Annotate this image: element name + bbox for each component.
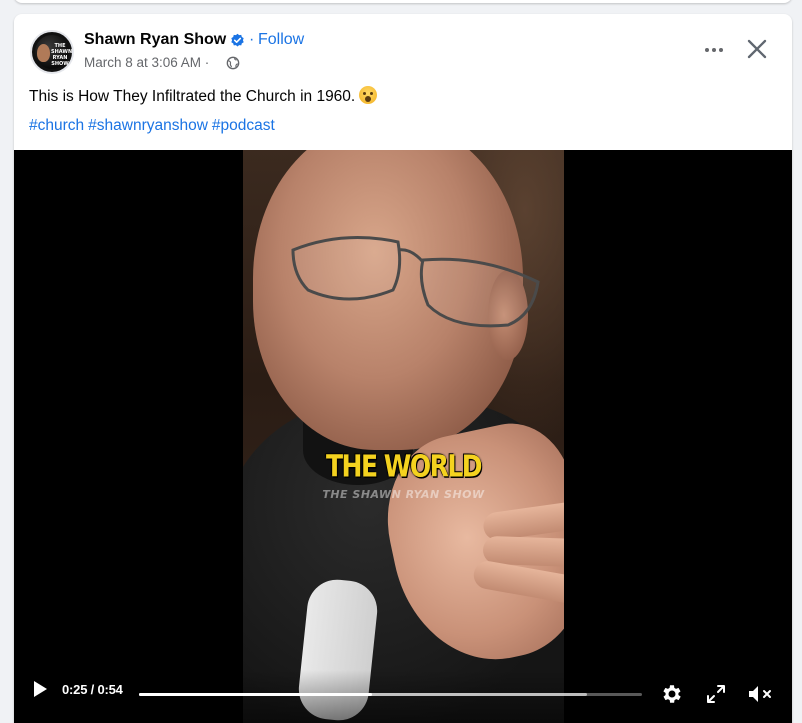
follow-button[interactable]: Follow xyxy=(258,31,304,49)
fullscreen-icon[interactable] xyxy=(706,684,726,704)
verified-badge-icon xyxy=(231,33,244,47)
globe-icon xyxy=(226,56,240,70)
play-icon[interactable] xyxy=(30,679,50,699)
hashtag-podcast[interactable]: #podcast xyxy=(212,117,275,134)
gear-icon[interactable] xyxy=(660,682,684,706)
close-icon[interactable] xyxy=(742,34,772,64)
name-follow-separator: · xyxy=(249,31,255,48)
muted-speaker-icon[interactable] xyxy=(747,683,773,705)
glasses-shape xyxy=(291,236,540,328)
video-progress-fill xyxy=(139,693,372,696)
post-caption: This is How They Infiltrated the Church … xyxy=(29,86,378,106)
video-watermark: THE SHAWN RYAN SHOW xyxy=(322,488,485,501)
video-time-display: 0:25 / 0:54 xyxy=(62,682,123,697)
video-player[interactable]: THE WORLD THE SHAWN RYAN SHOW 0:25 / 0:5… xyxy=(14,150,792,723)
post-card: THE SHAWN RYAN SHOW Shawn Ryan Show · Fo… xyxy=(14,14,792,723)
post-header: THE SHAWN RYAN SHOW Shawn Ryan Show · Fo… xyxy=(14,14,792,84)
previous-post-edge xyxy=(0,0,802,14)
page-name-link[interactable]: Shawn Ryan Show xyxy=(84,31,226,49)
video-subtitle: THE WORLD xyxy=(325,449,483,484)
hashtag-list: #church #shawnryanshow #podcast xyxy=(29,117,279,135)
hashtag-shawnryanshow[interactable]: #shawnryanshow xyxy=(88,117,208,134)
astonished-face-emoji xyxy=(359,86,378,104)
more-options-icon[interactable] xyxy=(700,36,728,64)
avatar-logo-text: THE SHAWN RYAN SHOW xyxy=(51,43,73,67)
video-progress-bar[interactable] xyxy=(139,693,642,696)
video-frame: THE WORLD THE SHAWN RYAN SHOW xyxy=(243,150,564,723)
hashtag-church[interactable]: #church xyxy=(29,117,84,134)
page-avatar[interactable]: THE SHAWN RYAN SHOW xyxy=(30,30,74,74)
post-timestamp[interactable]: March 8 at 3:06 AM · xyxy=(84,55,209,70)
caption-text: This is How They Infiltrated the Church … xyxy=(29,88,356,105)
